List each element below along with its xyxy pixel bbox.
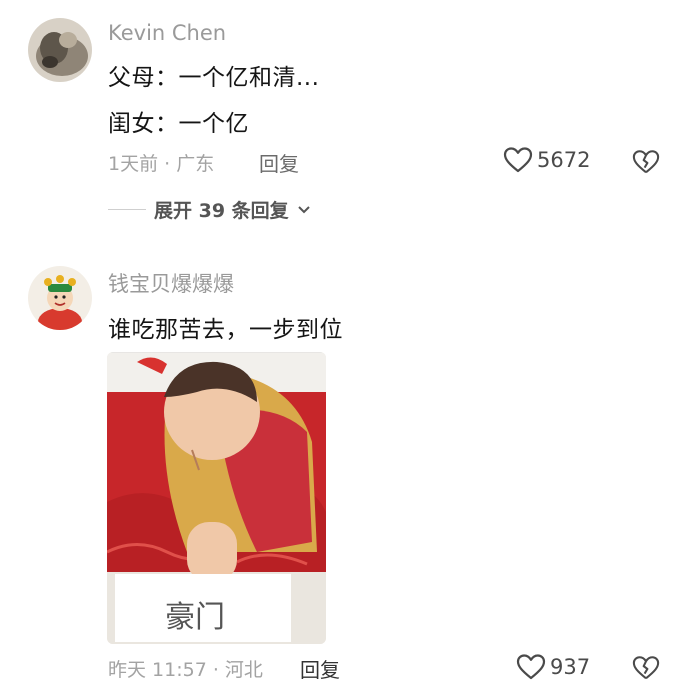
like-count: 937: [550, 655, 591, 679]
comment-meta: 1天前 · 广东: [108, 153, 215, 175]
avatar[interactable]: [28, 18, 92, 82]
avatar[interactable]: [28, 266, 92, 330]
comment-text-line: 闺女：一个亿: [108, 111, 249, 137]
comment-text-line: 谁吃那苦去，一步到位: [108, 317, 343, 343]
heart-outline-icon: [516, 654, 546, 680]
expand-replies[interactable]: 展开 39 条回复: [108, 196, 311, 223]
reply-button[interactable]: 回复: [259, 148, 299, 177]
comment-meta: 昨天 11:57 · 河北: [108, 659, 263, 681]
divider: [108, 209, 146, 210]
username[interactable]: 钱宝贝爆爆爆: [108, 268, 234, 298]
username[interactable]: Kevin Chen: [108, 21, 226, 45]
image-caption: 豪门: [165, 600, 225, 635]
reply-button[interactable]: 回复: [300, 654, 340, 683]
comment-item: 钱宝贝爆爆爆 谁吃那苦去，一步到位 豪门 昨天 11:57 · 河北 回复 93…: [0, 252, 690, 694]
comment-image[interactable]: 豪门: [107, 352, 326, 644]
broken-heart-icon[interactable]: [632, 148, 660, 176]
chevron-down-icon: [297, 205, 310, 213]
broken-heart-icon[interactable]: [632, 654, 660, 682]
like-button[interactable]: 937: [516, 653, 590, 681]
expand-replies-label: 展开 39 条回复: [154, 200, 289, 222]
comment-item: Kevin Chen 父母：一个亿和清... 闺女：一个亿 1天前 · 广东 回…: [0, 0, 690, 240]
comment-text-line: 父母：一个亿和清...: [108, 65, 320, 91]
like-count: 5672: [537, 148, 591, 172]
heart-outline-icon: [503, 147, 533, 173]
like-button[interactable]: 5672: [503, 146, 590, 174]
